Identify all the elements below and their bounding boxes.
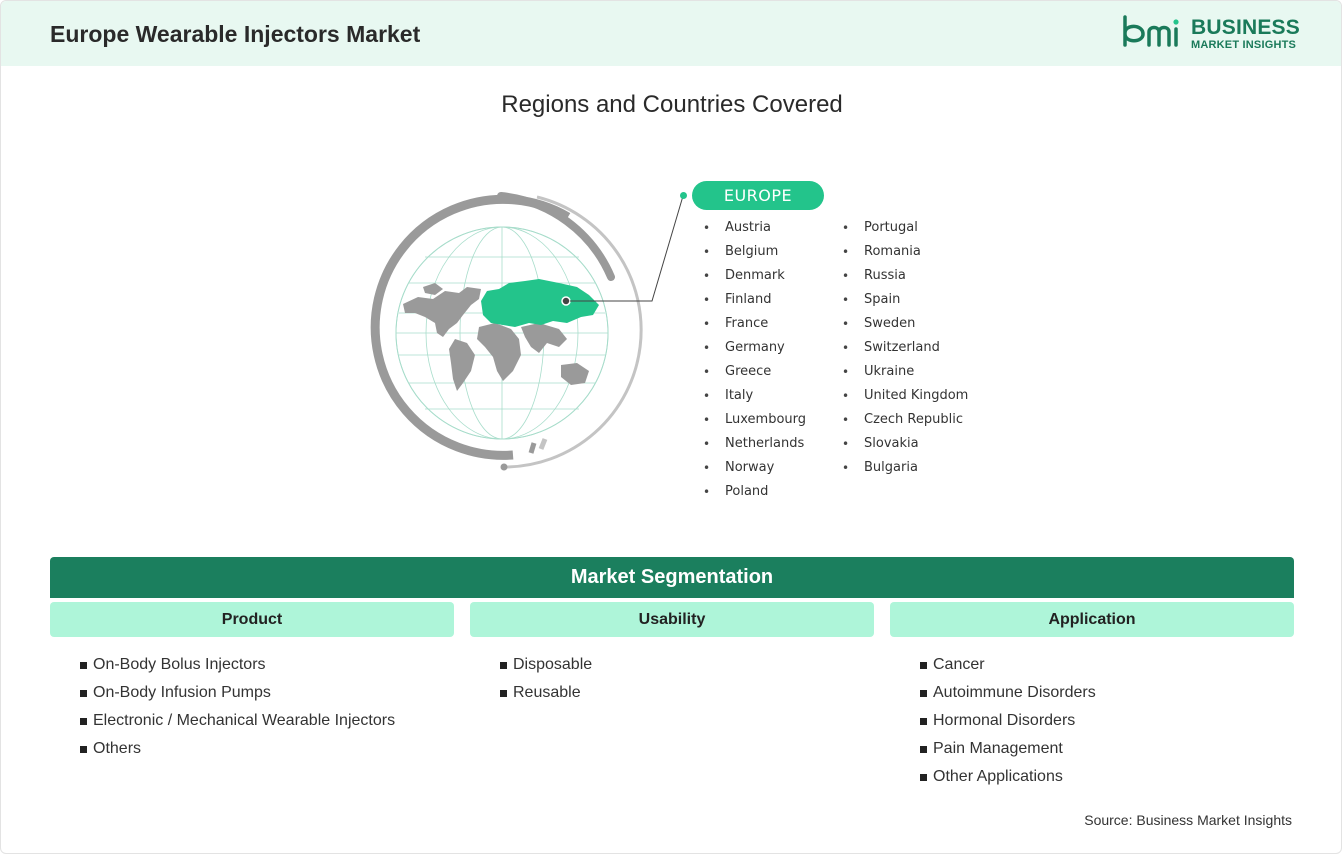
country-item: Czech Republic (840, 412, 968, 436)
infographic-frame: Europe Wearable Injectors Market BUSINES… (0, 0, 1342, 854)
market-segmentation-banner: Market Segmentation (50, 557, 1294, 598)
country-item: Denmark (701, 268, 806, 292)
logo-text-business: BUSINESS (1191, 16, 1300, 39)
country-item: Spain (840, 292, 968, 316)
country-item: Germany (701, 340, 806, 364)
usability-segment-list: Disposable Reusable (499, 655, 592, 711)
country-item: United Kingdom (840, 388, 968, 412)
region-connector-line (646, 195, 684, 302)
country-item: Portugal (840, 220, 968, 244)
country-item: Switzerland (840, 340, 968, 364)
brand-logo: BUSINESS MARKET INSIGHTS (1121, 15, 1301, 55)
region-label-europe: EUROPE (692, 181, 824, 210)
segment-item: On-Body Infusion Pumps (79, 683, 395, 711)
country-item: Austria (701, 220, 806, 244)
country-item: Romania (840, 244, 968, 268)
country-item: Italy (701, 388, 806, 412)
country-item: Norway (701, 460, 806, 484)
region-marker-dot (680, 192, 687, 199)
segment-heading-usability: Usability (470, 602, 874, 637)
country-item: Finland (701, 292, 806, 316)
product-segment-list: On-Body Bolus Injectors On-Body Infusion… (79, 655, 395, 767)
segment-item: Pain Management (919, 739, 1096, 767)
segment-heading-product: Product (50, 602, 454, 637)
segment-item: Autoimmune Disorders (919, 683, 1096, 711)
segment-item: Others (79, 739, 395, 767)
application-segment-list: Cancer Autoimmune Disorders Hormonal Dis… (919, 655, 1096, 795)
logo-text-market-insights: MARKET INSIGHTS (1191, 39, 1297, 51)
segment-item: On-Body Bolus Injectors (79, 655, 395, 683)
page-title: Europe Wearable Injectors Market (50, 21, 421, 47)
country-item: Luxembourg (701, 412, 806, 436)
country-list-right: Portugal Romania Russia Spain Sweden Swi… (840, 220, 968, 484)
header-bar: Europe Wearable Injectors Market BUSINES… (1, 1, 1341, 66)
country-item: Russia (840, 268, 968, 292)
segment-item: Cancer (919, 655, 1096, 683)
country-list-left: Austria Belgium Denmark Finland France G… (701, 220, 806, 508)
regions-title: Regions and Countries Covered (501, 91, 843, 118)
country-item: Netherlands (701, 436, 806, 460)
country-item: France (701, 316, 806, 340)
segment-item: Other Applications (919, 767, 1096, 795)
segment-item: Electronic / Mechanical Wearable Injecto… (79, 711, 395, 739)
country-item: Ukraine (840, 364, 968, 388)
country-item: Slovakia (840, 436, 968, 460)
country-item: Greece (701, 364, 806, 388)
segment-item: Disposable (499, 655, 592, 683)
segment-item: Reusable (499, 683, 592, 711)
segment-heading-application: Application (890, 602, 1294, 637)
segment-item: Hormonal Disorders (919, 711, 1096, 739)
source-note: Source: Business Market Insights (1084, 812, 1292, 828)
country-item: Belgium (701, 244, 806, 268)
globe-map-illustration (370, 192, 651, 471)
country-item: Sweden (840, 316, 968, 340)
country-item: Bulgaria (840, 460, 968, 484)
bmi-logo-icon (1123, 15, 1179, 47)
country-item: Poland (701, 484, 806, 508)
